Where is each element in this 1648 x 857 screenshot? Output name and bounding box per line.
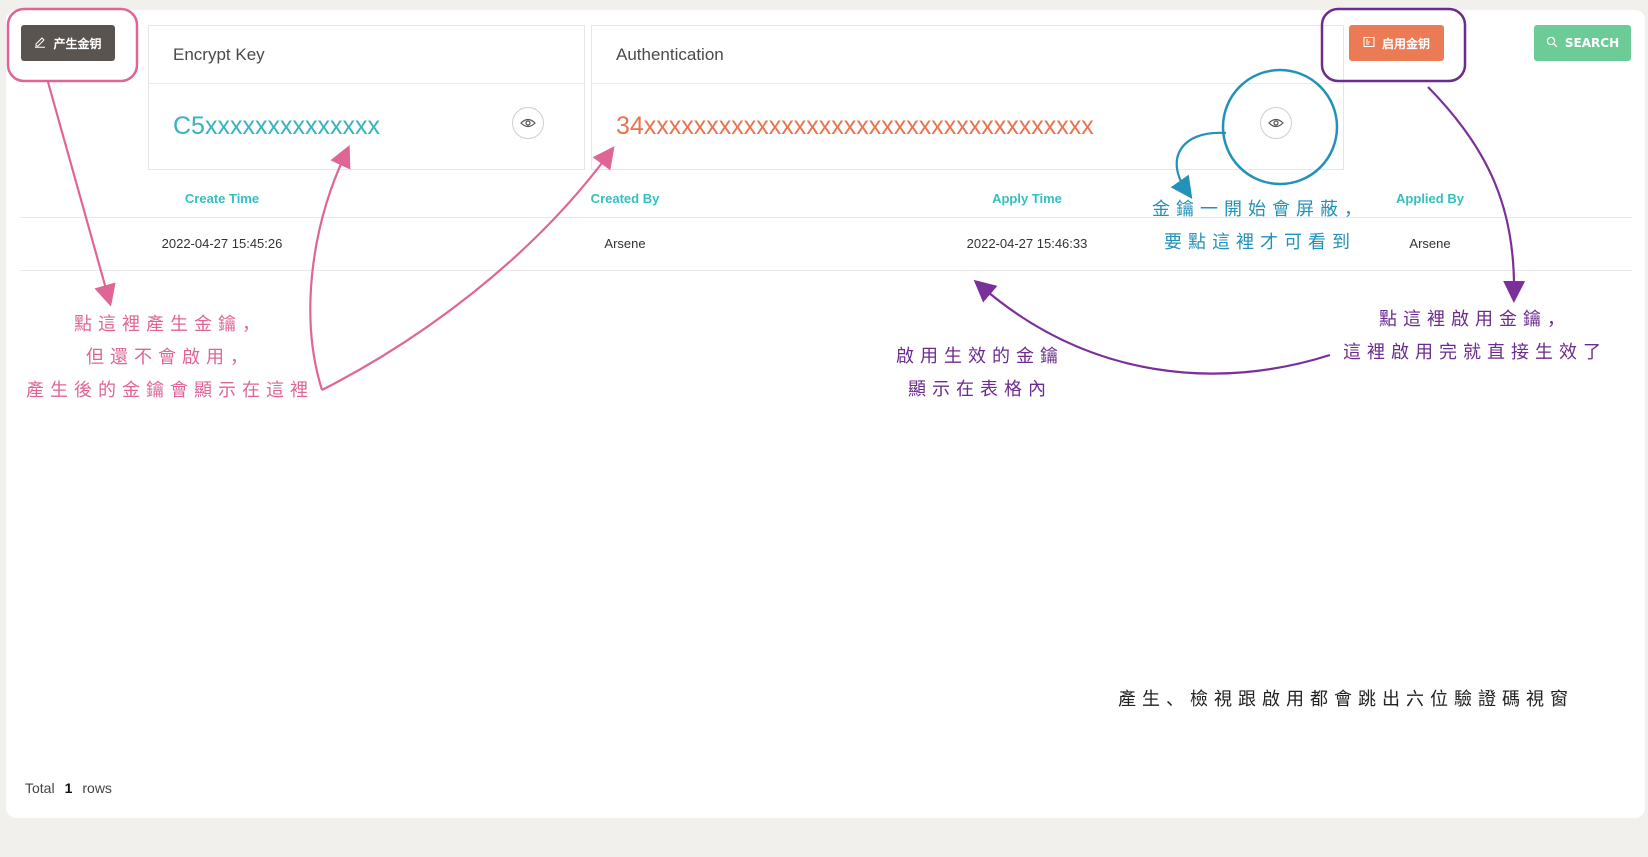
annotation-table-line-1: 啟用生效的金鑰 bbox=[896, 346, 1064, 367]
encrypt-key-panel: Encrypt Key C5xxxxxxxxxxxxxx bbox=[148, 25, 585, 170]
search-label: SEARCH bbox=[1564, 36, 1620, 50]
annotation-table-line-2: 顯示在表格內 bbox=[908, 379, 1052, 400]
eye-icon bbox=[1268, 118, 1284, 128]
search-button[interactable]: SEARCH bbox=[1534, 25, 1631, 61]
apply-icon bbox=[1363, 36, 1375, 51]
reveal-encrypt-key-button[interactable] bbox=[512, 107, 544, 139]
generate-key-button[interactable]: 产生金钥 bbox=[21, 25, 115, 61]
cell-create-time: 2022-04-27 15:45:26 bbox=[161, 236, 283, 251]
annotation-generate: 點這裡產生金鑰， 但還不會啟用， 產生後的金鑰會顯示在這裡 bbox=[20, 308, 320, 407]
column-header-create-time[interactable]: Create Time bbox=[185, 191, 259, 206]
annotation-reveal-line-2: 要點這裡才可看到 bbox=[1164, 232, 1356, 253]
authentication-value: 34xxxxxxxxxxxxxxxxxxxxxxxxxxxxxxxxxxxx bbox=[616, 112, 1094, 140]
authentication-title: Authentication bbox=[592, 26, 1343, 84]
annotation-reveal-line-1: 金鑰一開始會屏蔽， bbox=[1152, 199, 1368, 220]
cell-apply-time: 2022-04-27 15:46:33 bbox=[966, 236, 1088, 251]
cell-applied-by: Arsene bbox=[1409, 236, 1451, 251]
column-header-created-by[interactable]: Created By bbox=[591, 191, 660, 206]
annotation-reveal: 金鑰一開始會屏蔽， 要點這裡才可看到 bbox=[1140, 193, 1380, 259]
apply-key-button[interactable]: 启用金钥 bbox=[1349, 25, 1444, 61]
annotation-verification-note: 產生、檢視跟啟用都會跳出六位驗證碼視窗 bbox=[1118, 689, 1574, 710]
annotation-generate-line-3: 產生後的金鑰會顯示在這裡 bbox=[26, 380, 314, 401]
column-header-apply-time[interactable]: Apply Time bbox=[992, 191, 1062, 206]
column-header-applied-by[interactable]: Applied By bbox=[1396, 191, 1464, 206]
annotation-apply-line-1: 點這裡啟用金鑰， bbox=[1379, 309, 1571, 330]
total-count: 1 bbox=[64, 780, 73, 796]
annotation-table: 啟用生效的金鑰 顯示在表格內 bbox=[880, 340, 1080, 406]
encrypt-key-title: Encrypt Key bbox=[149, 26, 584, 84]
table-header-divider bbox=[20, 217, 1632, 218]
pagination-summary: Total 1 rows bbox=[25, 780, 112, 796]
cell-created-by: Arsene bbox=[604, 236, 646, 251]
annotation-apply: 點這裡啟用金鑰， 這裡啟用完就直接生效了 bbox=[1330, 303, 1620, 369]
generate-key-label: 产生金钥 bbox=[53, 36, 102, 51]
eye-icon bbox=[520, 118, 536, 128]
search-icon bbox=[1546, 36, 1558, 51]
annotation-generate-line-1: 點這裡產生金鑰， bbox=[74, 314, 266, 335]
annotation-generate-line-2: 但還不會啟用， bbox=[86, 347, 254, 368]
total-suffix: rows bbox=[82, 780, 112, 796]
total-prefix: Total bbox=[25, 780, 55, 796]
table-row-divider bbox=[20, 270, 1632, 271]
authentication-panel: Authentication 34xxxxxxxxxxxxxxxxxxxxxxx… bbox=[591, 25, 1344, 170]
encrypt-key-value: C5xxxxxxxxxxxxxx bbox=[173, 112, 380, 140]
annotation-apply-line-2: 這裡啟用完就直接生效了 bbox=[1343, 342, 1607, 363]
apply-key-label: 启用金钥 bbox=[1381, 36, 1430, 51]
reveal-authentication-button[interactable] bbox=[1260, 107, 1292, 139]
edit-icon bbox=[34, 36, 46, 51]
